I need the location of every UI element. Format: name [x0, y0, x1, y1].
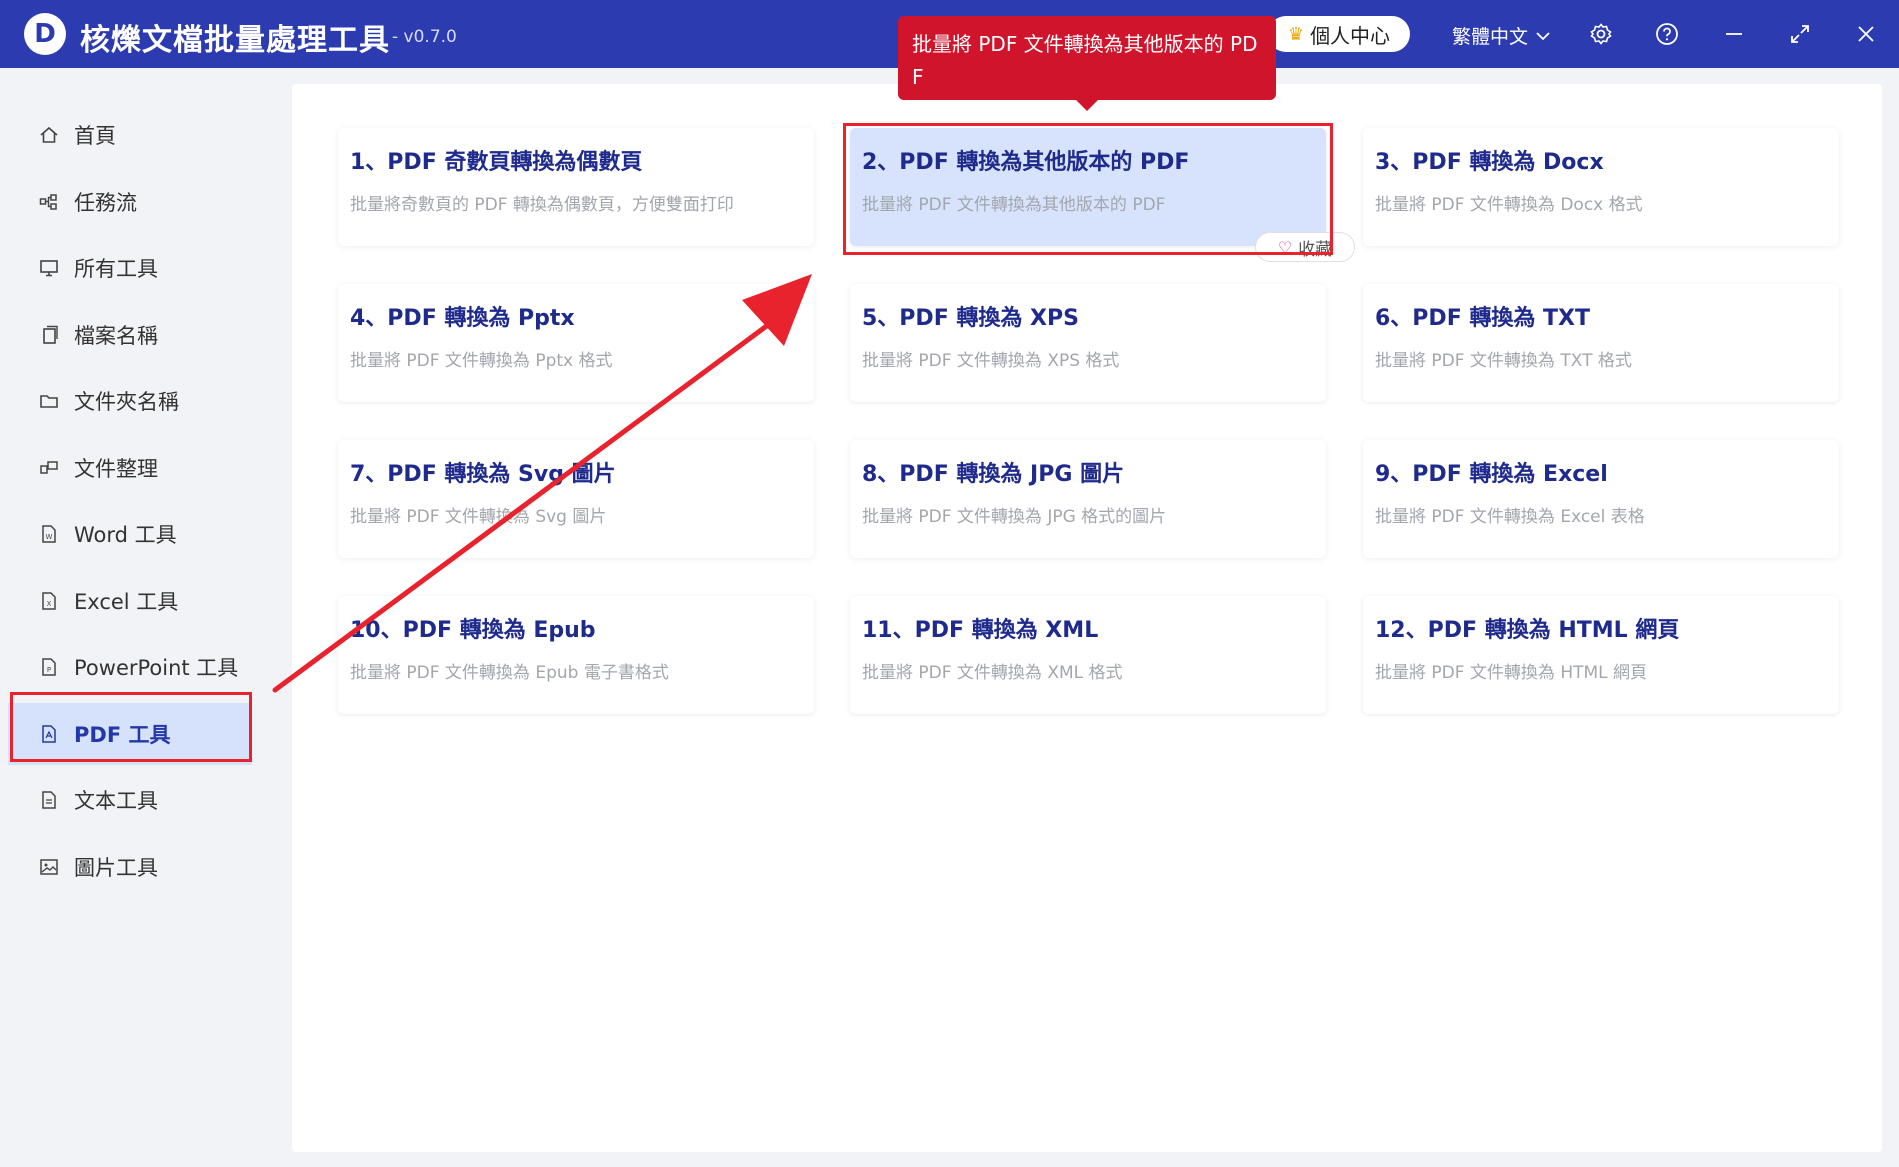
app-logo: D — [24, 13, 66, 55]
tool-card[interactable]: 7、PDF 轉換為 Svg 圖片批量將 PDF 文件轉換為 Svg 圖片 — [338, 440, 814, 558]
tool-card-description: 批量將 PDF 文件轉換為 Pptx 格式 — [350, 351, 613, 371]
sidebar-item-label: 文件整理 — [74, 456, 158, 481]
tool-card-title: 8、PDF 轉換為 JPG 圖片 — [862, 462, 1125, 487]
tool-card-description: 批量將 PDF 文件轉換為 XML 格式 — [862, 663, 1123, 683]
tool-card[interactable]: 12、PDF 轉換為 HTML 網頁批量將 PDF 文件轉換為 HTML 網頁 — [1363, 596, 1839, 714]
monitor-icon — [38, 257, 60, 279]
tool-card-title: 9、PDF 轉換為 Excel — [1375, 462, 1608, 487]
tool-card-description: 批量將 PDF 文件轉換為 TXT 格式 — [1375, 351, 1632, 371]
svg-text:P: P — [47, 666, 51, 674]
language-select[interactable]: 繁體中文 — [1452, 22, 1550, 49]
word-file-icon: W — [38, 523, 60, 545]
sidebar-item-label: 圖片工具 — [74, 855, 158, 880]
tool-card-description: 批量將 PDF 文件轉換為 Epub 電子書格式 — [350, 663, 669, 683]
sidebar-item-11[interactable]: 圖片工具 — [8, 836, 252, 898]
app-version: - v0.7.0 — [392, 27, 457, 47]
workflow-icon — [38, 191, 60, 213]
svg-text:X: X — [47, 600, 52, 608]
minimize-icon[interactable] — [1718, 18, 1750, 50]
sidebar-item-6[interactable]: W Word 工具 — [8, 503, 252, 565]
tool-card[interactable]: 1、PDF 奇數頁轉換為偶數頁批量將奇數頁的 PDF 轉換為偶數頁，方便雙面打印 — [338, 128, 814, 246]
tool-card[interactable]: 4、PDF 轉換為 Pptx 批量將 PDF 文件轉換為 Pptx 格式 — [338, 284, 814, 402]
tool-card-title: 7、PDF 轉換為 Svg 圖片 — [350, 462, 616, 487]
tool-card[interactable]: 5、PDF 轉換為 XPS 批量將 PDF 文件轉換為 XPS 格式 — [850, 284, 1326, 402]
tool-card-title: 4、PDF 轉換為 Pptx — [350, 306, 575, 331]
sidebar-item-label: 檔案名稱 — [74, 323, 158, 348]
sidebar-item-label: 所有工具 — [74, 257, 158, 281]
app-title: 核爍文檔批量處理工具 — [80, 23, 390, 58]
tool-card-description: 批量將奇數頁的 PDF 轉換為偶數頁，方便雙面打印 — [350, 195, 734, 215]
tool-card-title: 11、PDF 轉換為 XML — [862, 618, 1099, 643]
sidebar-item-0[interactable]: 首頁 — [8, 104, 252, 166]
logo-letter: D — [34, 19, 56, 49]
tool-card-title: 1、PDF 奇數頁轉換為偶數頁 — [350, 150, 643, 175]
tool-card-description: 批量將 PDF 文件轉換為 XPS 格式 — [862, 351, 1120, 371]
tool-card[interactable]: 8、PDF 轉換為 JPG 圖片批量將 PDF 文件轉換為 JPG 格式的圖片 — [850, 440, 1326, 558]
settings-icon[interactable] — [1585, 18, 1617, 50]
tool-card-description: 批量將 PDF 文件轉換為 HTML 網頁 — [1375, 663, 1648, 683]
tool-card[interactable]: 11、PDF 轉換為 XML 批量將 PDF 文件轉換為 XML 格式 — [850, 596, 1326, 714]
tool-card-description: 批量將 PDF 文件轉換為 Excel 表格 — [1375, 507, 1645, 527]
excel-file-icon: X — [38, 590, 60, 612]
sidebar-item-label: 文件夾名稱 — [74, 390, 179, 414]
home-icon — [38, 124, 60, 146]
app-window: D 核爍文檔批量處理工具 - v0.7.0 ♛ 個人中心 繁體中文 首頁任務流所… — [0, 0, 1899, 1167]
tool-card-title: 3、PDF 轉換為 Docx — [1375, 150, 1604, 175]
sidebar-item-4[interactable]: 文件夾名稱 — [8, 370, 252, 432]
sidebar-item-5[interactable]: 文件整理 — [8, 437, 252, 499]
sidebar-item-7[interactable]: X Excel 工具 — [8, 570, 252, 632]
crown-icon: ♛ — [1287, 23, 1305, 45]
close-icon[interactable] — [1850, 18, 1882, 50]
tool-card[interactable]: 10、PDF 轉換為 Epub 批量將 PDF 文件轉換為 Epub 電子書格式 — [338, 596, 814, 714]
user-center-label: 個人中心 — [1310, 23, 1391, 48]
sidebar-item-8[interactable]: P PowerPoint 工具 — [8, 636, 252, 698]
chevron-down-icon — [1536, 31, 1550, 40]
tool-card-title: 5、PDF 轉換為 XPS — [862, 306, 1079, 331]
tool-card-title: 10、PDF 轉換為 Epub — [350, 618, 596, 643]
folder-icon — [38, 390, 60, 412]
tooltip: 批量將 PDF 文件轉換為其他版本的 PDF — [898, 16, 1276, 100]
sidebar-item-2[interactable]: 所有工具 — [8, 237, 252, 299]
file-copy-icon — [38, 324, 60, 346]
tool-card[interactable]: 3、PDF 轉換為 Docx 批量將 PDF 文件轉換為 Docx 格式 — [1363, 128, 1839, 246]
svg-text:W: W — [46, 533, 53, 541]
text-file-icon — [38, 789, 60, 811]
image-icon — [38, 856, 60, 878]
tool-card-description: 批量將 PDF 文件轉換為 Svg 圖片 — [350, 507, 607, 527]
tool-card-title: 6、PDF 轉換為 TXT — [1375, 306, 1591, 331]
sidebar-item-label: PowerPoint 工具 — [74, 656, 239, 680]
tooltip-pointer — [1076, 100, 1098, 111]
sidebar-item-label: Excel 工具 — [74, 589, 179, 614]
sidebar-item-label: 首頁 — [74, 124, 116, 148]
sidebar-item-1[interactable]: 任務流 — [8, 171, 252, 233]
tool-card-description: 批量將 PDF 文件轉換為 Docx 格式 — [1375, 195, 1643, 215]
sidebar-item-label: 文本工具 — [74, 789, 158, 813]
user-center-button[interactable]: ♛ 個人中心 — [1268, 16, 1410, 52]
sidebar-item-label: 任務流 — [74, 190, 137, 215]
organize-icon — [38, 457, 60, 479]
sidebar-item-3[interactable]: 檔案名稱 — [8, 304, 252, 366]
card-highlight-box — [843, 123, 1333, 255]
help-icon[interactable] — [1651, 18, 1683, 50]
powerpoint-file-icon: P — [38, 656, 60, 678]
tool-card-title: 12、PDF 轉換為 HTML 網頁 — [1375, 618, 1680, 643]
sidebar: 首頁任務流所有工具檔案名稱文件夾名稱文件整理 W Word 工具 X Excel 工具 P… — [8, 92, 252, 892]
sidebar-highlight-box — [10, 692, 252, 762]
maximize-icon[interactable] — [1784, 18, 1816, 50]
tool-card[interactable]: 6、PDF 轉換為 TXT 批量將 PDF 文件轉換為 TXT 格式 — [1363, 284, 1839, 402]
language-label: 繁體中文 — [1452, 26, 1529, 48]
sidebar-item-10[interactable]: 文本工具 — [8, 769, 252, 831]
tool-card-description: 批量將 PDF 文件轉換為 JPG 格式的圖片 — [862, 507, 1167, 527]
sidebar-item-label: Word 工具 — [74, 523, 177, 547]
tool-card[interactable]: 9、PDF 轉換為 Excel 批量將 PDF 文件轉換為 Excel 表格 — [1363, 440, 1839, 558]
